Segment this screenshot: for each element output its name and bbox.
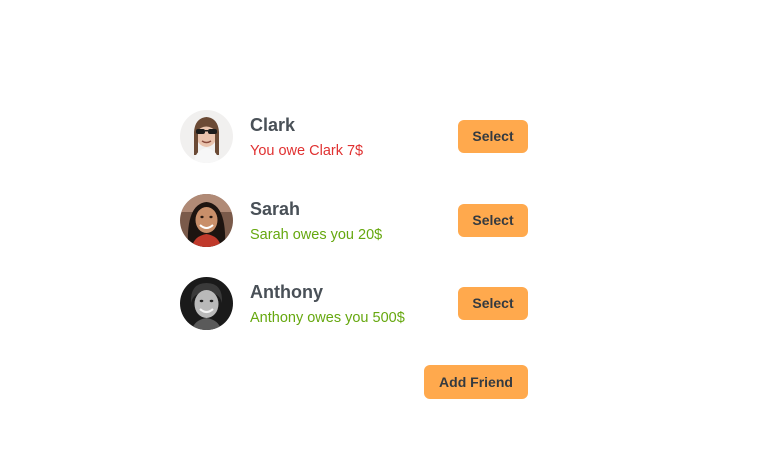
friend-item-anthony: Anthony Anthony owes you 500$ Select xyxy=(180,277,528,330)
add-friend-button[interactable]: Add Friend xyxy=(424,365,528,399)
friend-item-sarah: Sarah Sarah owes you 20$ Select xyxy=(180,194,528,247)
avatar-clark-image xyxy=(180,110,233,163)
avatar xyxy=(180,194,233,247)
avatar xyxy=(180,110,233,163)
avatar-anthony-image xyxy=(180,277,233,330)
friend-balance: Anthony owes you 500$ xyxy=(250,310,405,326)
friend-name: Clark xyxy=(250,115,296,135)
avatar xyxy=(180,277,233,330)
friend-name: Sarah xyxy=(250,199,301,219)
select-button[interactable]: Select xyxy=(458,287,528,320)
friend-name: Anthony xyxy=(250,282,323,302)
friend-item-clark: Clark You owe Clark 7$ Select xyxy=(180,110,528,163)
friends-panel: Clark You owe Clark 7$ Select Sarah Sara… xyxy=(180,110,528,399)
select-button[interactable]: Select xyxy=(458,120,528,153)
friend-balance: You owe Clark 7$ xyxy=(250,143,364,159)
friend-balance: Sarah owes you 20$ xyxy=(250,227,383,243)
friend-list: Clark You owe Clark 7$ Select Sarah Sara… xyxy=(180,110,528,330)
avatar-sarah-image xyxy=(180,194,233,247)
select-button[interactable]: Select xyxy=(458,204,528,237)
